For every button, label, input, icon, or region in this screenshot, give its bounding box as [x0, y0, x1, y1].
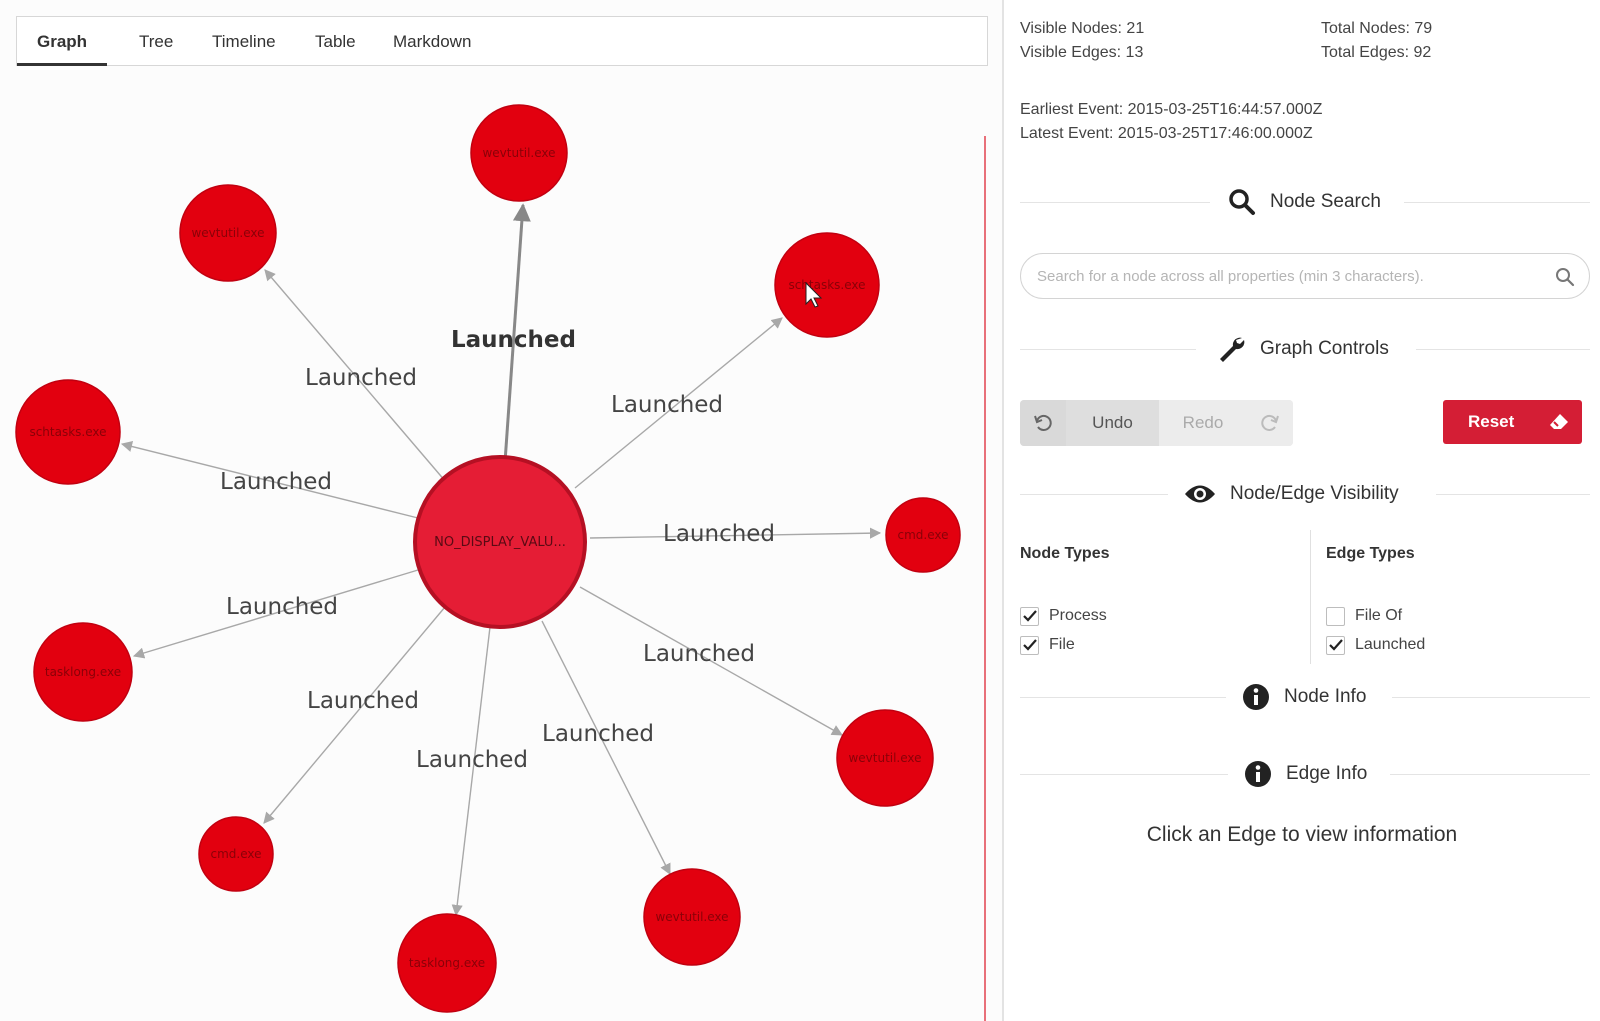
checkbox[interactable]	[1020, 635, 1039, 655]
info-icon	[1243, 684, 1269, 710]
node-type-process-checkbox[interactable]: Process	[1020, 604, 1107, 628]
node-label: tasklong.exe	[409, 956, 485, 970]
node-info-title: Node Info	[1284, 686, 1367, 707]
tab-markdown[interactable]: Markdown	[373, 17, 491, 66]
edge-label[interactable]: Launched	[611, 392, 723, 418]
node-search-title: Node Search	[1270, 191, 1381, 212]
graph-node[interactable]: tasklong.exe	[397, 913, 497, 1013]
edge-label[interactable]: Launched	[643, 641, 755, 667]
checkmark-icon	[1022, 610, 1037, 622]
edge-label[interactable]: Launched	[451, 327, 576, 353]
visible-nodes-stat: Visible Nodes: 21	[1020, 20, 1145, 37]
edge-info-title: Edge Info	[1286, 763, 1368, 784]
center-node[interactable]: NO_DISPLAY_VALU...	[413, 455, 587, 629]
edge-info-hint: Click an Edge to view information	[1146, 823, 1458, 846]
undo-icon	[1034, 414, 1052, 431]
checkbox[interactable]	[1326, 606, 1345, 626]
graph-node[interactable]: wevtutil.exe	[470, 104, 568, 202]
eraser-icon	[1550, 414, 1568, 429]
visibility-header: Node/Edge Visibility	[1020, 474, 1590, 514]
node-type-file-checkbox[interactable]: File	[1020, 633, 1075, 657]
column-divider	[1310, 530, 1311, 664]
tab-tree[interactable]: Tree	[119, 17, 193, 66]
graph-node[interactable]: wevtutil.exe	[179, 184, 277, 282]
tab-timeline[interactable]: Timeline	[192, 17, 296, 66]
undo-icon-button[interactable]	[1020, 400, 1066, 446]
checkmark-icon	[1328, 639, 1343, 651]
edge-label[interactable]: Launched	[226, 594, 338, 620]
node-types-heading: Node Types	[1020, 545, 1110, 562]
center-node-label: NO_DISPLAY_VALU...	[434, 535, 566, 550]
edge-label[interactable]: Launched	[305, 365, 417, 391]
visible-edges-stat: Visible Edges: 13	[1020, 44, 1144, 61]
graph-canvas[interactable]: Launched Launched Launched Launched Laun…	[0, 0, 1002, 1021]
edge-label[interactable]: Launched	[220, 469, 332, 495]
graph-pane[interactable]: Launched Launched Launched Launched Laun…	[0, 0, 1002, 1021]
undo-button[interactable]: Undo	[1066, 400, 1159, 446]
edge-type-file-of-label: File Of	[1355, 607, 1403, 624]
checkbox[interactable]	[1020, 606, 1039, 626]
redo-icon-button[interactable]	[1247, 400, 1293, 446]
tab-graph[interactable]: Graph	[17, 17, 108, 66]
edge-type-launched-checkbox[interactable]: Launched	[1326, 633, 1425, 657]
node-label: schtasks.exe	[788, 278, 865, 292]
graph-node[interactable]: cmd.exe	[198, 816, 274, 892]
node-label: wevtutil.exe	[191, 226, 264, 240]
node-label: cmd.exe	[897, 528, 948, 542]
graph-controls-header: Graph Controls	[1020, 329, 1590, 369]
info-icon	[1245, 761, 1271, 787]
node-label: wevtutil.exe	[655, 910, 728, 924]
node-search-header: Node Search	[1020, 182, 1590, 222]
node-label: schtasks.exe	[29, 425, 106, 439]
edge-type-launched-label: Launched	[1355, 636, 1426, 653]
visibility-title: Node/Edge Visibility	[1230, 483, 1399, 504]
node-label: wevtutil.exe	[848, 751, 921, 765]
edge-label[interactable]: Launched	[307, 688, 419, 714]
checkbox[interactable]	[1326, 635, 1345, 655]
edge-info-header[interactable]: Edge Info	[1020, 754, 1590, 794]
node-info-header[interactable]: Node Info	[1020, 677, 1590, 717]
edge-types-heading: Edge Types	[1326, 545, 1415, 562]
eye-icon	[1185, 485, 1215, 503]
checkmark-icon	[1022, 639, 1037, 651]
reset-button-label: Reset	[1468, 412, 1515, 431]
edge-label[interactable]: Launched	[416, 747, 528, 773]
wrench-icon	[1220, 337, 1245, 362]
graph-node[interactable]: schtasks.exe	[774, 232, 880, 338]
pane-resize-handle[interactable]	[984, 136, 986, 1021]
view-tabs: Graph Tree Timeline Table Markdown	[16, 16, 988, 66]
undo-redo-group: Undo Redo	[1020, 400, 1293, 446]
node-type-process-label: Process	[1049, 607, 1107, 624]
edge-type-file-of-checkbox[interactable]: File Of	[1326, 604, 1402, 628]
node-label: tasklong.exe	[45, 665, 121, 679]
graph-node[interactable]: schtasks.exe	[15, 379, 121, 485]
search-icon	[1229, 189, 1255, 215]
side-panel: Visible Nodes: 21 Visible Edges: 13 Tota…	[1004, 0, 1600, 1021]
node-type-file-label: File	[1049, 636, 1075, 653]
edge-label[interactable]: Launched	[663, 521, 775, 547]
node-search-box	[1020, 253, 1590, 299]
earliest-event-stat: Earliest Event: 2015-03-25T16:44:57.000Z	[1020, 101, 1323, 118]
edge-label[interactable]: Launched	[542, 721, 654, 747]
search-submit-icon[interactable]	[1555, 267, 1575, 287]
node-label: cmd.exe	[210, 847, 261, 861]
tab-table[interactable]: Table	[295, 17, 376, 66]
reset-button[interactable]: Reset	[1443, 400, 1582, 444]
node-search-input[interactable]	[1037, 254, 1537, 298]
redo-button[interactable]: Redo	[1159, 400, 1247, 446]
node-label: wevtutil.exe	[482, 146, 555, 160]
graph-node[interactable]: cmd.exe	[885, 497, 961, 573]
latest-event-stat: Latest Event: 2015-03-25T17:46:00.000Z	[1020, 125, 1313, 142]
graph-node[interactable]: wevtutil.exe	[643, 868, 741, 966]
total-nodes-stat: Total Nodes: 79	[1321, 20, 1433, 37]
redo-icon	[1261, 414, 1279, 431]
graph-controls-title: Graph Controls	[1260, 338, 1389, 359]
graph-node[interactable]: wevtutil.exe	[836, 709, 934, 807]
graph-node[interactable]: tasklong.exe	[33, 622, 133, 722]
graph-edge[interactable]	[263, 606, 446, 824]
total-edges-stat: Total Edges: 92	[1321, 44, 1432, 61]
